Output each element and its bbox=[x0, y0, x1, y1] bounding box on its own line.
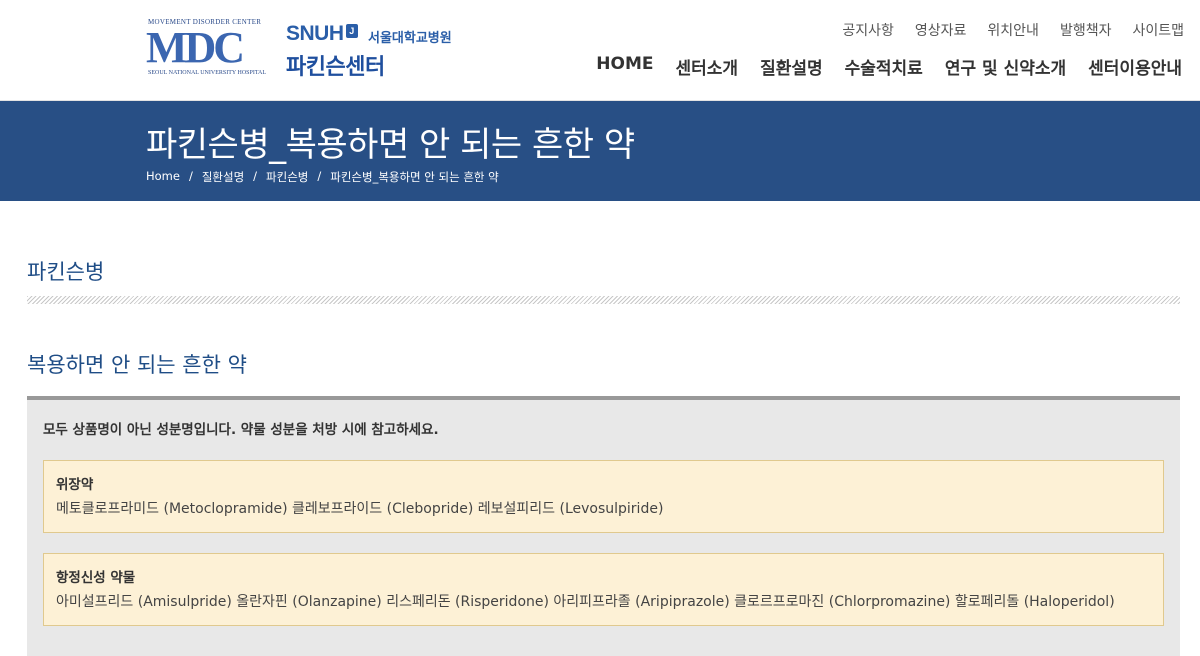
main-nav: HOME 센터소개 질환설명 수술적치료 연구 및 신약소개 센터이용안내 bbox=[596, 54, 1182, 79]
drug-group-title: 위장약 bbox=[56, 477, 94, 493]
info-note: 모두 상품명이 아닌 성분명입니다. 약물 성분을 처방 시에 참고하세요. bbox=[43, 422, 439, 438]
mdc-logo-bottom-text: SEOUL NATIONAL UNIVERSITY HOSPITAL bbox=[148, 70, 267, 76]
breadcrumb-current: 파킨슨병_복용하면 안 되는 흔한 약 bbox=[330, 170, 499, 184]
drug-group-title: 항정신성 약물 bbox=[56, 570, 136, 586]
main-nav-research[interactable]: 연구 및 신약소개 bbox=[945, 54, 1066, 79]
main-nav-guide[interactable]: 센터이용안내 bbox=[1088, 54, 1182, 79]
breadcrumb-home[interactable]: Home bbox=[146, 169, 180, 185]
utility-nav: 공지사항 영상자료 위치안내 발행책자 사이트맵 bbox=[842, 20, 1184, 40]
breadcrumb-separator: / bbox=[188, 169, 193, 183]
main-nav-about[interactable]: 센터소개 bbox=[676, 54, 739, 79]
hatched-divider bbox=[27, 296, 1180, 304]
drug-group-list: 메토클로프라미드 (Metoclopramide) 클레보프라이드 (Clebo… bbox=[56, 501, 664, 517]
breadcrumb-parkinsons[interactable]: 파킨슨병 bbox=[266, 169, 308, 185]
util-nav-location[interactable]: 위치안내 bbox=[987, 20, 1039, 40]
mdc-logo-mark: MDC bbox=[146, 23, 245, 72]
util-nav-notice[interactable]: 공지사항 bbox=[842, 20, 894, 40]
site-header: MOVEMENT DISORDER CENTER MDC SEOUL NATIO… bbox=[0, 0, 1200, 101]
main-nav-home[interactable]: HOME bbox=[596, 54, 653, 79]
mdc-logo: MOVEMENT DISORDER CENTER MDC SEOUL NATIO… bbox=[146, 18, 281, 78]
center-name: 파킨슨센터 bbox=[286, 55, 385, 80]
breadcrumb-diseases[interactable]: 질환설명 bbox=[202, 169, 244, 185]
util-nav-sitemap[interactable]: 사이트맵 bbox=[1132, 20, 1184, 40]
drug-group-card: 위장약 메토클로프라미드 (Metoclopramide) 클레보프라이드 (C… bbox=[43, 460, 1164, 533]
util-nav-videos[interactable]: 영상자료 bbox=[915, 20, 967, 40]
main-nav-diseases[interactable]: 질환설명 bbox=[760, 54, 823, 79]
section-heading-parkinsons: 파킨슨병 bbox=[27, 260, 105, 284]
snuh-badge-icon: J bbox=[345, 24, 358, 38]
section-heading-drugs: 복용하면 안 되는 흔한 약 bbox=[27, 353, 247, 377]
snuh-logo: SNUH J bbox=[286, 22, 358, 46]
drug-group-card: 항정신성 약물 아미설프리드 (Amisulpride) 올란자핀 (Olanz… bbox=[43, 553, 1164, 626]
util-nav-publications[interactable]: 발행책자 bbox=[1060, 20, 1112, 40]
snuh-logo-text: SNUH bbox=[286, 22, 344, 45]
breadcrumb-separator: / bbox=[253, 169, 258, 183]
breadcrumb: Home / 질환설명 / 파킨슨병 / 파킨슨병_복용하면 안 되는 흔한 약 bbox=[146, 169, 499, 185]
site-logo[interactable]: MOVEMENT DISORDER CENTER MDC SEOUL NATIO… bbox=[146, 18, 456, 80]
drug-group-list: 아미설프리드 (Amisulpride) 올란자핀 (Olanzapine) 리… bbox=[56, 594, 1115, 610]
main-nav-surgery[interactable]: 수술적치료 bbox=[845, 54, 923, 79]
page-banner: 파킨슨병_복용하면 안 되는 흔한 약 Home / 질환설명 / 파킨슨병 /… bbox=[0, 101, 1200, 201]
breadcrumb-separator: / bbox=[317, 169, 322, 183]
hospital-name: 서울대학교병원 bbox=[368, 31, 452, 46]
page-title: 파킨슨병_복용하면 안 되는 흔한 약 bbox=[146, 125, 635, 165]
drug-info-box: 모두 상품명이 아닌 성분명입니다. 약물 성분을 처방 시에 참고하세요. 위… bbox=[27, 396, 1180, 656]
main-content: 파킨슨병 복용하면 안 되는 흔한 약 모두 상품명이 아닌 성분명입니다. 약… bbox=[0, 256, 1200, 656]
